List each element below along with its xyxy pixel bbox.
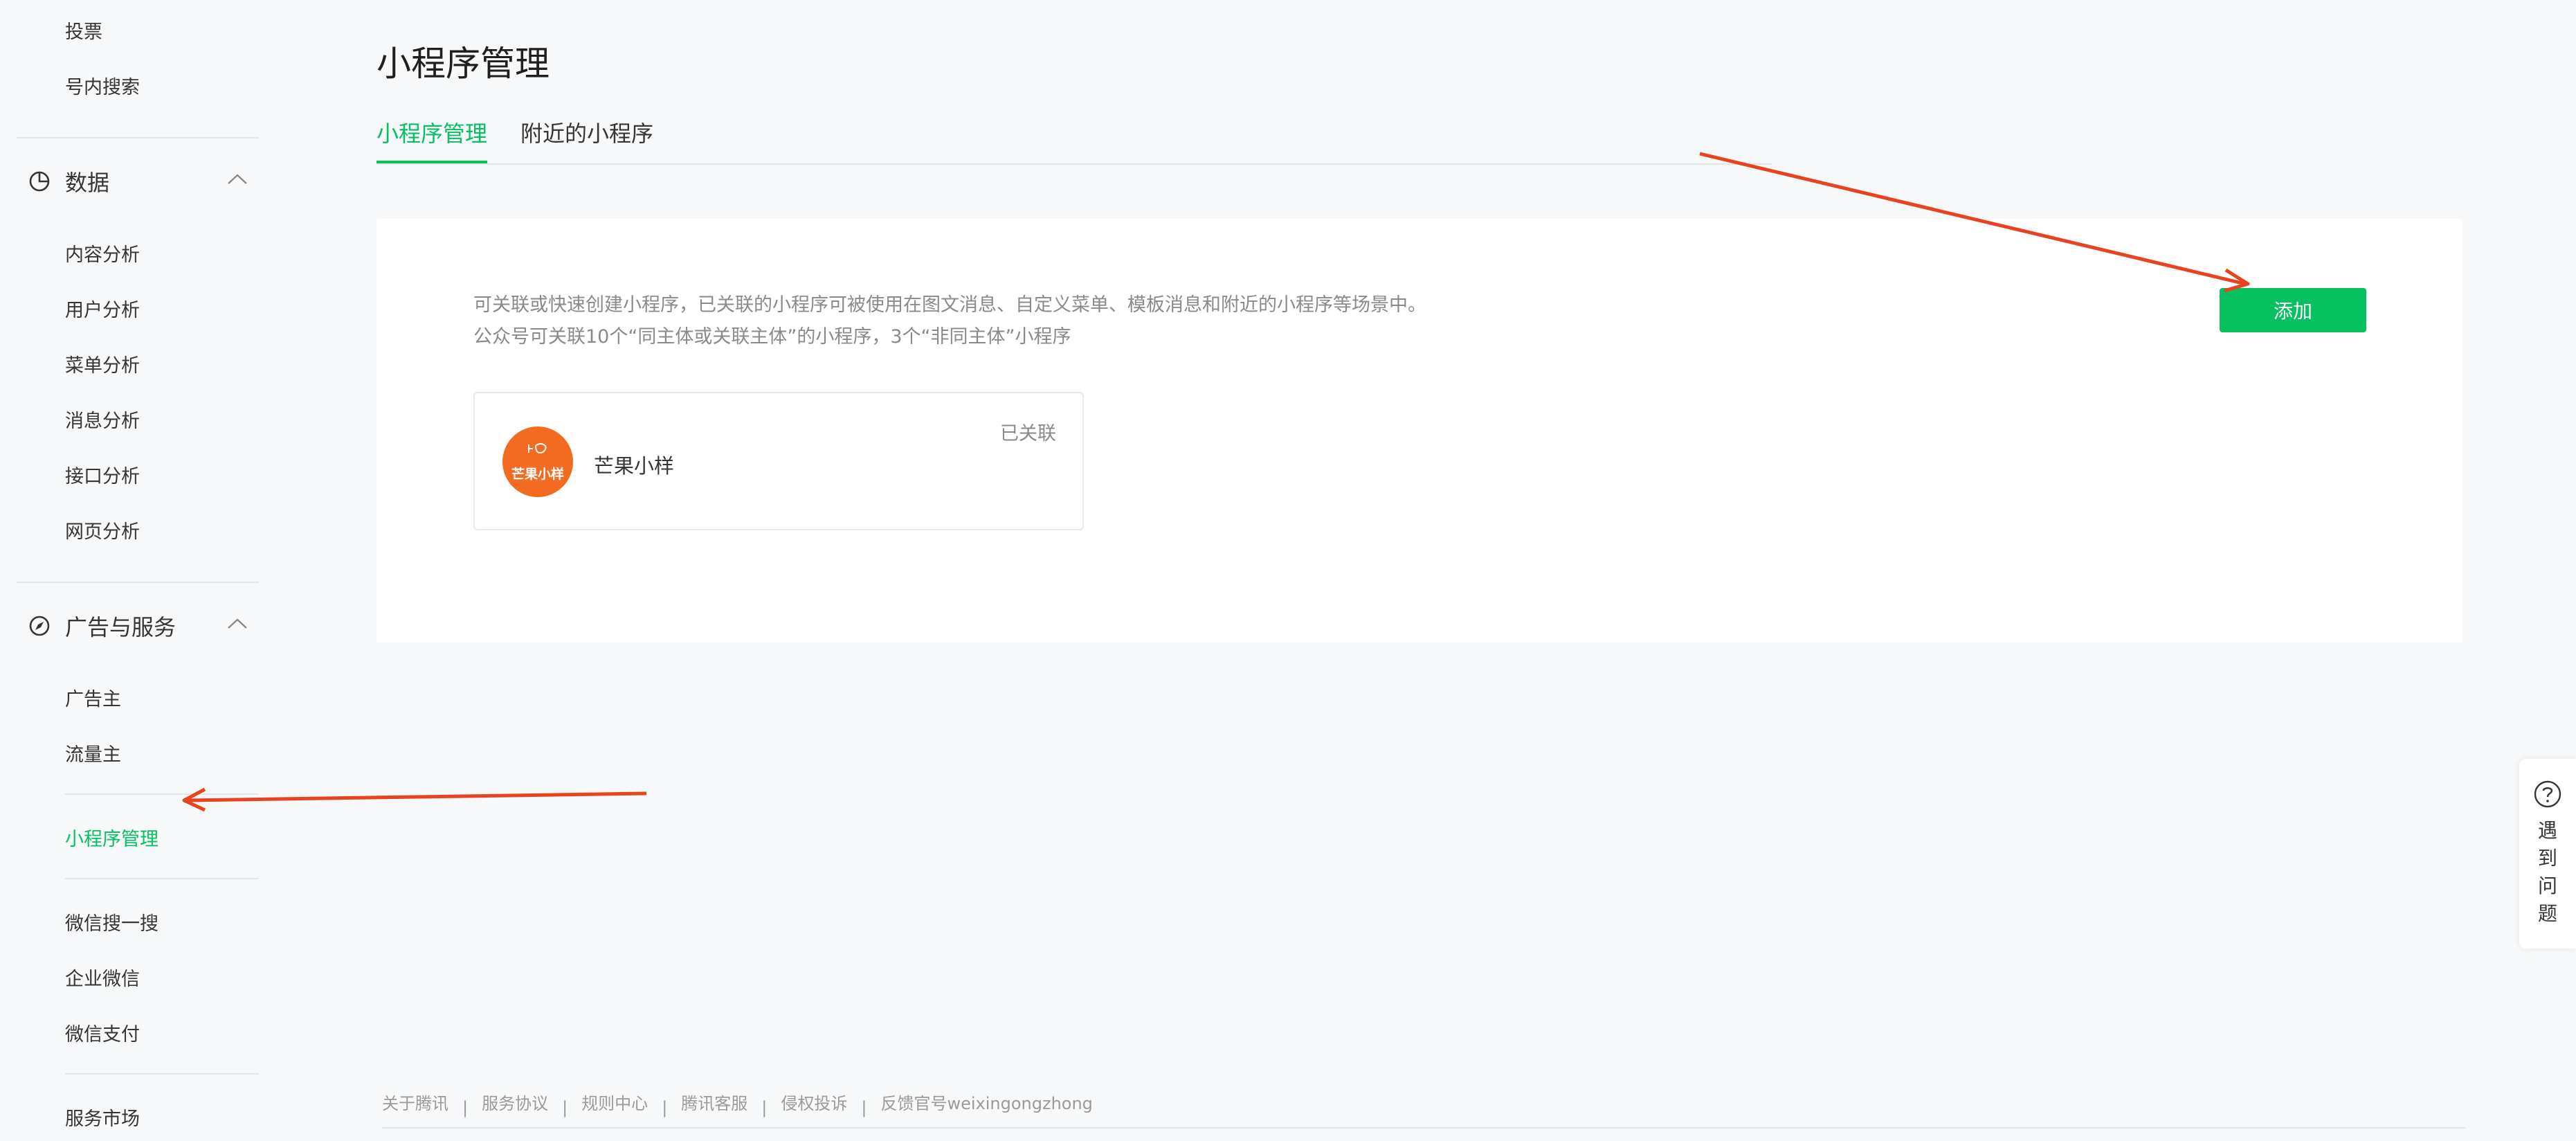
- sidebar-section-label: 广告与服务: [65, 614, 176, 640]
- tab-bar: 小程序管理 附近的小程序: [377, 116, 1772, 165]
- sidebar-divider: [17, 137, 259, 138]
- sidebar-section-ads-services[interactable]: 广告与服务: [28, 611, 256, 641]
- pie-chart-icon: [29, 171, 50, 192]
- footer-link-customer-service[interactable]: 腾讯客服: [681, 1094, 747, 1113]
- help-label-char: 题: [2537, 902, 2557, 925]
- footer-separator: |: [861, 1098, 867, 1117]
- sidebar-item-miniprogram-management[interactable]: 小程序管理: [65, 824, 158, 851]
- question-circle-icon: [2534, 780, 2561, 808]
- sidebar-item-account-search[interactable]: 号内搜索: [65, 72, 140, 99]
- sidebar-divider: [65, 793, 259, 795]
- sidebar-item-user-analysis[interactable]: 用户分析: [65, 295, 140, 322]
- tab-miniprogram-management[interactable]: 小程序管理: [377, 116, 488, 163]
- footer-separator: |: [462, 1098, 469, 1117]
- sidebar-item-api-analysis[interactable]: 接口分析: [65, 461, 140, 488]
- sidebar-section-label: 数据: [65, 170, 110, 196]
- sidebar-item-work-wechat[interactable]: 企业微信: [65, 964, 140, 991]
- sidebar-item-content-analysis[interactable]: 内容分析: [65, 240, 140, 267]
- footer-separator: |: [562, 1098, 568, 1117]
- panel-description-line2: 公众号可关联10个“同主体或关联主体”的小程序，3个“非同主体”小程序: [473, 326, 1071, 348]
- mango-logo-icon: [528, 442, 547, 453]
- sidebar-divider: [17, 582, 259, 583]
- sidebar-item-publisher[interactable]: 流量主: [65, 739, 121, 766]
- footer-link-feedback[interactable]: 反馈官号weixingongzhong: [880, 1094, 1092, 1113]
- help-label: 遇 到 问 题: [2519, 817, 2576, 928]
- sidebar-item-service-market[interactable]: 服务市场: [65, 1104, 140, 1131]
- link-status: 已关联: [1000, 423, 1056, 444]
- help-widget[interactable]: 遇 到 问 题: [2519, 759, 2576, 949]
- sidebar-item-wechat-pay[interactable]: 微信支付: [65, 1019, 140, 1046]
- footer-link-service-agreement[interactable]: 服务协议: [482, 1094, 548, 1113]
- add-miniprogram-button[interactable]: 添加: [2220, 288, 2366, 332]
- compass-icon: [29, 616, 50, 636]
- sidebar-divider: [65, 878, 259, 879]
- footer-divider: [382, 1127, 2465, 1129]
- sidebar-section-data[interactable]: 数据: [28, 166, 256, 197]
- footer-separator: |: [761, 1098, 768, 1117]
- sidebar: 投票 号内搜索 数据 内容分析 用户分析 菜单分析 消息分析 接口分析 网页分析…: [0, 0, 263, 1141]
- sidebar-item-wechat-search[interactable]: 微信搜一搜: [65, 908, 158, 935]
- sidebar-item-message-analysis[interactable]: 消息分析: [65, 406, 140, 433]
- tab-nearby-miniprograms[interactable]: 附近的小程序: [520, 116, 653, 148]
- sidebar-item-advertiser[interactable]: 广告主: [65, 684, 121, 711]
- footer-link-about[interactable]: 关于腾讯: [382, 1094, 448, 1113]
- sidebar-item-vote[interactable]: 投票: [65, 17, 102, 44]
- footer-separator: |: [662, 1098, 668, 1117]
- page-title: 小程序管理: [377, 44, 550, 84]
- sidebar-item-web-analysis[interactable]: 网页分析: [65, 516, 140, 543]
- miniprogram-name: 芒果小样: [594, 454, 675, 478]
- help-label-char: 到: [2537, 847, 2557, 870]
- miniprogram-logo: 芒果小样: [502, 426, 573, 497]
- help-label-char: 遇: [2537, 819, 2557, 842]
- miniprogram-logo-text: 芒果小样: [511, 466, 564, 482]
- footer-link-infringement[interactable]: 侵权投诉: [781, 1094, 847, 1113]
- sidebar-divider: [65, 1073, 259, 1075]
- chevron-up-icon[interactable]: [226, 169, 249, 190]
- panel-description-line1: 可关联或快速创建小程序，已关联的小程序可被使用在图文消息、自定义菜单、模板消息和…: [473, 294, 1426, 316]
- miniprogram-panel: 可关联或快速创建小程序，已关联的小程序可被使用在图文消息、自定义菜单、模板消息和…: [377, 219, 2462, 643]
- footer-link-rules-center[interactable]: 规则中心: [581, 1094, 648, 1113]
- miniprogram-card[interactable]: 芒果小样 芒果小样 已关联: [473, 392, 1084, 530]
- sidebar-item-menu-analysis[interactable]: 菜单分析: [65, 350, 140, 377]
- footer-links: 关于腾讯 | 服务协议 | 规则中心 | 腾讯客服 | 侵权投诉 | 反馈官号weixingongz…: [382, 1090, 1093, 1117]
- chevron-up-icon[interactable]: [226, 613, 249, 634]
- help-label-char: 问: [2537, 874, 2557, 897]
